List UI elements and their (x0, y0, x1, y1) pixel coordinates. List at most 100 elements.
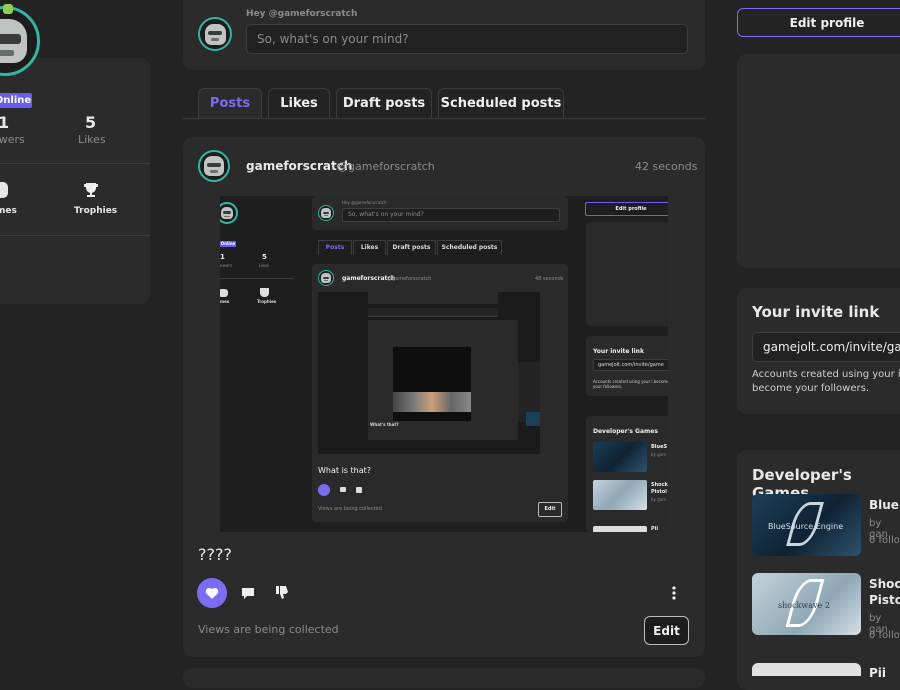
status-badge: Online (220, 241, 236, 247)
edit-profile-button[interactable]: Edit profile (737, 8, 900, 37)
game-thumbnail-bluesource[interactable]: BlueSource Engine (752, 494, 861, 556)
edit-profile-button: Edit profile (585, 202, 668, 216)
tab-likes[interactable]: Likes (268, 88, 330, 118)
views-note: Views are being collected (318, 506, 382, 512)
status-badge: Online (0, 93, 32, 108)
game-title-shockwave-line-2[interactable]: Pistol (869, 593, 900, 607)
tab-draft-posts: Draft posts (387, 240, 436, 255)
trophy-icon[interactable] (82, 181, 100, 199)
games-icon (220, 289, 228, 297)
tab-underline (183, 118, 705, 119)
composer-input: So, what's on your mind? (342, 208, 560, 222)
tab-posts: Posts (318, 240, 352, 255)
game-thumb-text: BlueSource Engine (768, 522, 844, 531)
views-note: Views are being collected (198, 623, 339, 636)
robot-avatar-icon (318, 270, 334, 286)
game-byline: by gam (651, 452, 667, 457)
post-text: ???? (198, 545, 232, 564)
invite-title: Your invite link (593, 348, 644, 355)
trophies-label[interactable]: Trophies (74, 206, 117, 216)
trophies-label: Trophies (257, 299, 277, 304)
divider (220, 278, 294, 279)
game-followers: 0 follo (869, 630, 900, 641)
invite-url: gamejolt.com/invite/game (593, 359, 668, 371)
post-timestamp: 48 seconds (535, 276, 564, 282)
tab-likes: Likes (353, 240, 386, 255)
heart-icon (205, 587, 219, 599)
followers-count[interactable]: 1 (0, 113, 9, 132)
robot-avatar-icon (204, 156, 224, 176)
likes-label: Likes (259, 263, 270, 268)
invite-note: Accounts created using your i become you… (593, 379, 668, 389)
right-empty-card (737, 54, 900, 268)
post-timestamp[interactable]: 42 seconds (635, 160, 697, 173)
profile-avatar[interactable] (0, 6, 40, 76)
edit-button: Edit (538, 502, 562, 517)
games-title: Developer's Games (593, 428, 658, 435)
game-thumbnail-shockwave[interactable]: shockwave 2 (752, 573, 861, 635)
composer-greeting: Hey @gameforscratch (246, 9, 358, 19)
likes-count: 5 (262, 253, 267, 261)
thumbs-down-icon (276, 586, 288, 599)
composer-greeting: Hey @gameforscratch (342, 200, 387, 205)
next-post-card (183, 668, 705, 688)
comment-icon (340, 487, 346, 492)
game-title: BlueS (651, 444, 668, 450)
game-title-shockwave-line-1[interactable]: Shock (869, 577, 900, 591)
invite-link-input[interactable]: gamejolt.com/invite/game (752, 332, 900, 362)
followers-label: owers (220, 263, 232, 268)
like-button (318, 484, 330, 496)
game-title: Pii (651, 526, 659, 532)
games-label[interactable]: mes (0, 206, 17, 216)
followers-count: 1 (220, 253, 225, 261)
right-card (586, 222, 668, 326)
post-image[interactable]: Online 1 owers 5 Likes mes Trophies Hey … (220, 196, 668, 532)
more-options-icon[interactable] (672, 585, 676, 601)
tab-scheduled-posts[interactable]: Scheduled posts (438, 88, 564, 118)
like-button[interactable] (197, 578, 227, 608)
post-text: What is that? (318, 466, 371, 475)
game-thumbnail-pii[interactable] (752, 663, 861, 676)
post-author-handle[interactable]: @gameforscratch (337, 160, 435, 173)
games-icon[interactable] (0, 182, 8, 198)
likes-label[interactable]: Likes (78, 133, 106, 146)
crown-icon (3, 4, 13, 14)
composer-input[interactable]: So, what's on your mind? (246, 24, 688, 54)
game-title-bluesource[interactable]: BlueS (869, 498, 900, 512)
robot-avatar-icon (318, 205, 334, 221)
comment-button[interactable] (240, 585, 256, 601)
divider (0, 235, 150, 236)
nested-post-image: What's that? (318, 292, 540, 454)
game-title: Shock (651, 482, 668, 488)
game-thumbnail (593, 480, 647, 510)
invite-note-line-1: Accounts created using your inv (752, 369, 900, 380)
tab-draft-posts[interactable]: Draft posts (336, 88, 432, 118)
nested-inner-text: What's that? (370, 422, 399, 427)
game-thumb-text: shockwave 2 (778, 601, 830, 610)
invite-note-line-2: become your followers. (752, 383, 869, 394)
robot-avatar-icon (220, 202, 238, 224)
post-composer: Hey @gameforscratch So, what's on your m… (183, 0, 705, 70)
game-thumbnail (593, 526, 647, 532)
robot-avatar-icon (0, 18, 28, 64)
game-thumbnail (593, 442, 647, 472)
robot-avatar-icon (204, 23, 226, 45)
dislike-button[interactable] (274, 584, 290, 600)
post-author-avatar[interactable] (198, 150, 230, 182)
game-title: Pistol (651, 489, 667, 495)
game-followers: 0 follo (869, 535, 900, 546)
tab-scheduled-posts: Scheduled posts (437, 240, 502, 255)
trophy-icon (260, 288, 269, 297)
tab-posts[interactable]: Posts (198, 88, 262, 118)
likes-count[interactable]: 5 (85, 113, 96, 132)
edit-post-button[interactable]: Edit (644, 616, 689, 645)
game-title-pii[interactable]: Pii (869, 666, 886, 680)
divider (0, 163, 150, 164)
post-author-handle: @gameforscratch (387, 276, 432, 282)
dislike-icon (356, 487, 362, 493)
games-label: mes (220, 299, 230, 304)
followers-label[interactable]: owers (0, 133, 25, 146)
composer-avatar[interactable] (198, 17, 232, 51)
comment-icon (242, 588, 254, 599)
game-byline: by gam (651, 497, 667, 502)
